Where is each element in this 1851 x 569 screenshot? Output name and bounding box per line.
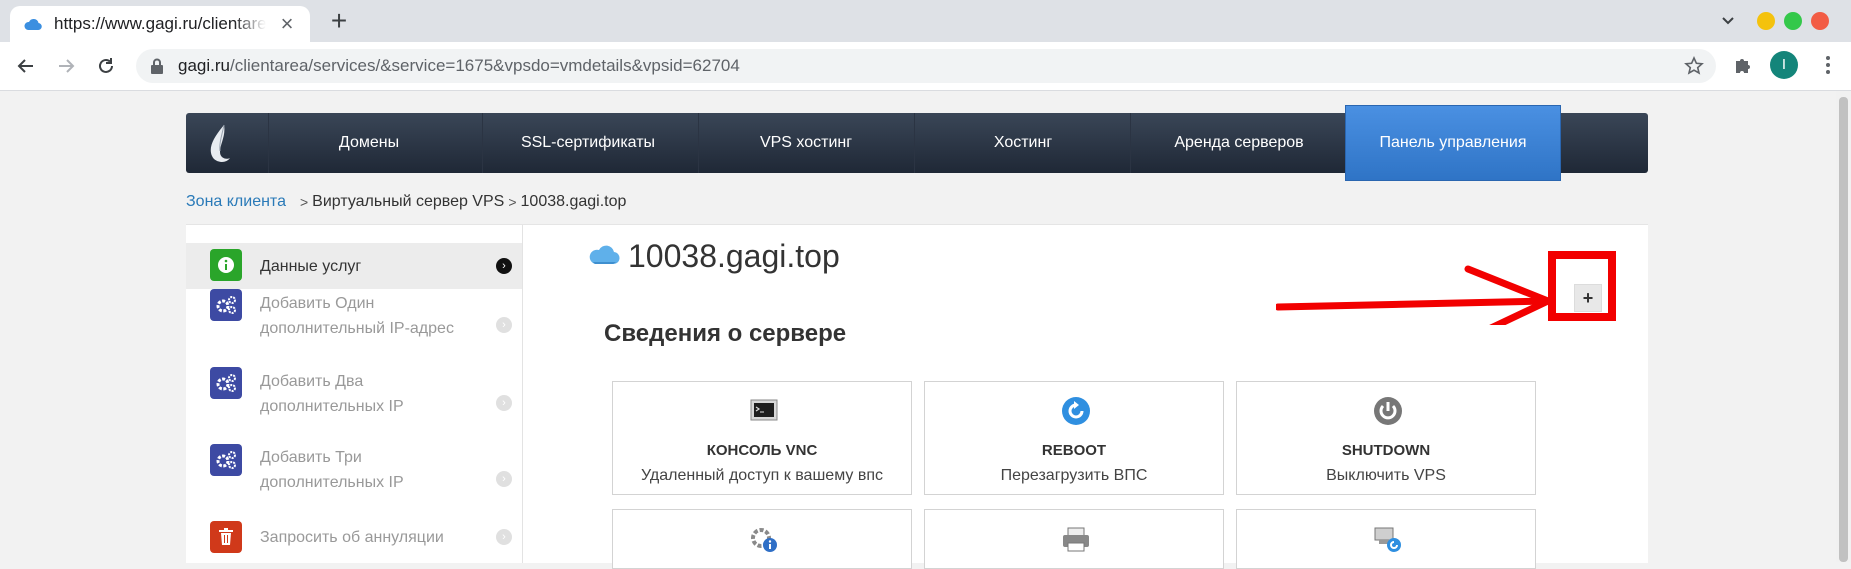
sidebar-item-label: Добавить Два дополнительных IP — [260, 373, 404, 415]
tab-title: https://www.gagi.ru/clientarea — [54, 14, 266, 33]
tile-description: Удаленный доступ к вашему впс — [641, 467, 883, 484]
sidebar-menu: Данные услуг › Добавить Один дополнитель… — [186, 225, 523, 563]
expand-plus-button[interactable]: + — [1574, 284, 1602, 312]
maximize-button[interactable] — [1784, 12, 1802, 30]
info-icon — [210, 249, 242, 281]
minimize-button[interactable] — [1757, 12, 1775, 30]
tile-network-refresh[interactable] — [1236, 509, 1536, 569]
sidebar-item-service-details[interactable]: Данные услуг › — [186, 243, 522, 289]
breadcrumb-home-link[interactable]: Зона клиента — [186, 193, 286, 211]
gears-icon — [210, 444, 242, 476]
tab-search-chevron-icon[interactable] — [1718, 10, 1738, 30]
reload-icon[interactable] — [92, 52, 120, 80]
sidebar-item-request-cancellation[interactable]: Запросить об аннуляции › — [186, 517, 522, 563]
lock-icon[interactable] — [150, 57, 166, 75]
sidebar-item-label: Добавить Один дополнительный IP-адрес — [260, 295, 454, 337]
terminal-icon — [749, 396, 779, 426]
sidebar-item-add-three-ip[interactable]: Добавить Три дополнительных IP › — [186, 441, 522, 517]
network-refresh-icon — [1373, 524, 1403, 554]
server-title: 10038.gagi.top — [588, 238, 840, 275]
sidebar-item-label: Данные услуг — [260, 258, 362, 275]
nav-domains[interactable]: Домены — [268, 113, 469, 173]
url-text: gagi.ru/clientarea/services/&service=167… — [178, 56, 740, 75]
gears-icon — [210, 367, 242, 399]
nav-control-panel[interactable]: Панель управления — [1346, 106, 1560, 180]
browser-tabstrip: https://www.gagi.ru/clientarea × + — [0, 0, 1851, 42]
nav-hosting[interactable]: Хостинг — [914, 113, 1131, 173]
sidebar-item-label: Запросить об аннуляции — [260, 529, 444, 546]
breadcrumb-separator: > — [299, 194, 309, 210]
tile-description: Выключить VPS — [1326, 467, 1446, 484]
extensions-puzzle-icon[interactable] — [1730, 52, 1756, 78]
chevron-right-icon: › — [496, 529, 512, 545]
new-tab-button[interactable]: + — [326, 7, 352, 35]
browser-tab[interactable]: https://www.gagi.ru/clientarea × — [10, 6, 310, 42]
trash-icon — [210, 521, 242, 553]
breadcrumb: Зона клиента > Виртуальный сервер VPS > … — [186, 193, 626, 211]
site-navbar: Домены SSL-сертификаты VPS хостинг Хости… — [186, 106, 1648, 180]
tile-title: КОНСОЛЬ VNC — [706, 442, 818, 459]
chevron-right-icon: › — [496, 258, 512, 274]
breadcrumb-separator: > — [508, 194, 517, 210]
forward-arrow-icon[interactable] — [52, 52, 80, 80]
cloud-favicon-icon — [24, 15, 42, 33]
tile-vnc-console[interactable]: КОНСОЛЬ VNC Удаленный доступ к вашему вп… — [612, 381, 912, 495]
nav-ssl-certificates[interactable]: SSL-сертификаты — [482, 113, 693, 173]
chevron-right-icon: › — [496, 471, 512, 487]
scrollbar-thumb[interactable] — [1839, 97, 1848, 562]
sidebar-item-add-two-ip[interactable]: Добавить Два дополнительных IP › — [186, 365, 522, 441]
settings-info-icon — [749, 524, 779, 554]
page-scrollbar[interactable] — [1836, 91, 1851, 562]
printer-icon — [1061, 524, 1091, 554]
back-arrow-icon[interactable] — [12, 52, 40, 80]
section-title: Сведения о сервере — [604, 320, 847, 347]
tile-reboot[interactable]: REBOOT Перезагрузить ВПС — [924, 381, 1224, 495]
tile-title: SHUTDOWN — [1341, 442, 1431, 459]
browser-menu-icon[interactable] — [1818, 52, 1838, 78]
power-icon — [1373, 396, 1403, 426]
close-window-button[interactable] — [1811, 12, 1829, 30]
tile-title: REBOOT — [1041, 442, 1107, 459]
nav-server-rental[interactable]: Аренда серверов — [1130, 113, 1347, 173]
tile-settings-info[interactable] — [612, 509, 912, 569]
chevron-right-icon: › — [496, 317, 512, 333]
breadcrumb-item-server: 10038.gagi.top — [520, 193, 627, 210]
gagi-logo[interactable] — [206, 123, 236, 165]
chevron-right-icon: › — [496, 395, 512, 411]
sidebar-item-add-one-ip[interactable]: Добавить Один дополнительный IP-адрес › — [186, 289, 522, 365]
annotation-arrow — [1276, 265, 1552, 325]
tile-description: Перезагрузить ВПС — [1000, 467, 1148, 484]
server-name: 10038.gagi.top — [628, 238, 840, 274]
tile-shutdown[interactable]: SHUTDOWN Выключить VPS — [1236, 381, 1536, 495]
browser-toolbar: gagi.ru/clientarea/services/&service=167… — [0, 42, 1851, 91]
bookmark-star-icon[interactable] — [1682, 54, 1706, 78]
sidebar-item-label: Добавить Три дополнительных IP — [260, 449, 404, 491]
reboot-icon — [1061, 396, 1091, 426]
tile-printer[interactable] — [924, 509, 1224, 569]
profile-avatar[interactable]: I — [1770, 51, 1798, 79]
address-bar[interactable]: gagi.ru/clientarea/services/&service=167… — [136, 49, 1716, 83]
gears-icon — [210, 289, 242, 321]
main-panel: Данные услуг › Добавить Один дополнитель… — [186, 224, 1648, 569]
nav-vps-hosting[interactable]: VPS хостинг — [698, 113, 913, 173]
breadcrumb-item-vps: Виртуальный сервер VPS — [312, 193, 505, 210]
cloud-icon — [588, 242, 620, 271]
tab-close-icon[interactable]: × — [278, 13, 296, 35]
